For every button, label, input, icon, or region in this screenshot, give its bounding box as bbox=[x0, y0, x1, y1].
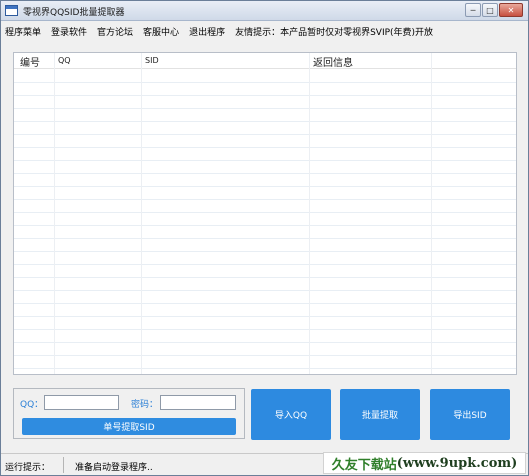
single-login-panel: QQ： 密码： 单号提取SID bbox=[13, 388, 245, 439]
column-header-sid[interactable]: SID bbox=[145, 56, 159, 65]
title-bar: 零视界QQSID批量提取器 ─ □ ✕ bbox=[1, 1, 528, 21]
column-header-message[interactable]: 返回信息 bbox=[313, 54, 353, 69]
export-sid-button[interactable]: 导出SID bbox=[430, 389, 510, 440]
menu-bar: 程序菜单 登录软件 官方论坛 客服中心 退出程序 友情提示：本产品暂时仅对零视界… bbox=[1, 22, 528, 41]
column-divider bbox=[54, 53, 55, 374]
import-qq-button[interactable]: 导入QQ bbox=[251, 389, 331, 440]
menu-exit[interactable]: 退出程序 bbox=[189, 25, 225, 38]
app-window: 零视界QQSID批量提取器 ─ □ ✕ 程序菜单 登录软件 官方论坛 客服中心 … bbox=[0, 0, 529, 476]
single-extract-sid-button[interactable]: 单号提取SID bbox=[22, 418, 236, 435]
column-divider bbox=[141, 53, 142, 374]
minimize-button[interactable]: ─ bbox=[465, 3, 481, 17]
password-label: 密码： bbox=[131, 400, 159, 410]
app-window-icon bbox=[5, 5, 18, 16]
qq-input[interactable] bbox=[44, 395, 119, 410]
status-message: 准备启动登录程序.. bbox=[75, 463, 153, 473]
notice-text: 友情提示：本产品暂时仅对零视界SVIP(年费)开放 bbox=[235, 28, 434, 38]
table-header: 编号 QQ SID 返回信息 bbox=[14, 53, 516, 69]
menu-program[interactable]: 程序菜单 bbox=[5, 25, 41, 38]
maximize-button[interactable]: □ bbox=[482, 3, 498, 17]
column-header-qq[interactable]: QQ bbox=[58, 56, 71, 65]
batch-extract-button[interactable]: 批量提取 bbox=[340, 389, 420, 440]
site-watermark: 久友下载站 (www.9upk.com) bbox=[323, 452, 526, 474]
status-label: 运行提示： bbox=[5, 463, 51, 473]
window-controls: ─ □ ✕ bbox=[464, 3, 523, 17]
window-title: 零视界QQSID批量提取器 bbox=[23, 8, 125, 18]
menu-forum[interactable]: 官方论坛 bbox=[97, 25, 133, 38]
status-divider bbox=[63, 457, 64, 473]
password-input[interactable] bbox=[160, 395, 236, 410]
watermark-url: (www.9upk.com) bbox=[396, 455, 518, 471]
results-table[interactable]: 编号 QQ SID 返回信息 bbox=[13, 52, 517, 375]
table-body bbox=[14, 70, 516, 374]
menu-login[interactable]: 登录软件 bbox=[51, 25, 87, 38]
column-divider bbox=[431, 53, 432, 374]
watermark-site-name: 久友下载站 bbox=[331, 457, 397, 473]
menu-support[interactable]: 客服中心 bbox=[143, 25, 179, 38]
close-button[interactable]: ✕ bbox=[499, 3, 523, 17]
qq-label: QQ： bbox=[20, 400, 44, 410]
column-header-id[interactable]: 编号 bbox=[20, 54, 40, 69]
column-divider bbox=[309, 53, 310, 374]
